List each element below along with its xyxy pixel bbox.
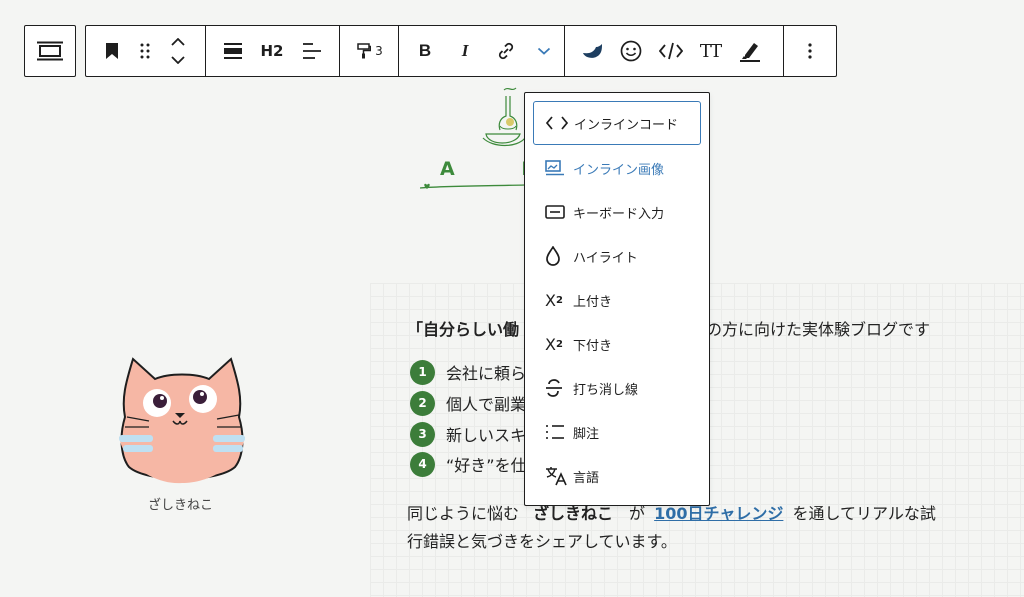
menu-item-inline-code[interactable]: インラインコード: [533, 101, 701, 145]
text-color-number: 3: [375, 44, 383, 58]
superscript-icon: X2: [545, 290, 563, 310]
cat-avatar: [119, 357, 245, 484]
brand-format-button[interactable]: [578, 26, 608, 76]
strikethrough-icon: [545, 379, 573, 397]
menu-item-highlight[interactable]: ハイライト: [533, 234, 701, 278]
list-item-text: 会社に頼ら: [446, 364, 527, 383]
font-size-button[interactable]: TT: [696, 26, 724, 76]
block-switcher-icon: [37, 41, 63, 61]
menu-item-inline-image[interactable]: インライン画像: [533, 146, 701, 190]
paragraph-bold-text: ざしきねこ: [533, 504, 614, 523]
keyboard-icon: [545, 205, 573, 219]
align-left-icon: [303, 43, 321, 59]
heading-level-button[interactable]: H2: [256, 26, 288, 76]
highlight-icon: [545, 246, 573, 266]
teacup-illustration: [482, 87, 526, 147]
smiley-icon: [620, 40, 642, 62]
profile-name: ざしきねこ: [148, 498, 214, 513]
list-item-text: “好き”を仕: [446, 456, 527, 475]
more-formats-menu: インラインコード インライン画像 キーボード入力 ハイライト X2 上付き X2…: [524, 92, 710, 506]
lead-text-rest: の方に向けた実体験ブログです: [706, 320, 931, 339]
text-color-button[interactable]: 3: [351, 26, 389, 76]
link-button[interactable]: [492, 26, 520, 76]
brand-swoosh-icon: [583, 44, 602, 58]
list-item-text: 個人で副業: [446, 395, 527, 414]
list-number-badge: 4: [410, 451, 435, 477]
menu-item-label: ハイライト: [573, 250, 638, 266]
menu-item-label: 脚注: [573, 426, 600, 442]
align-wide-icon: [224, 43, 242, 59]
image-icon: [545, 160, 573, 176]
emoji-button[interactable]: [616, 26, 646, 76]
list-item: 2 個人で副業: [410, 390, 527, 416]
font-size-icon: TT: [699, 40, 722, 62]
menu-item-language[interactable]: 言語: [533, 454, 701, 498]
menu-item-label: 下付き: [573, 338, 613, 354]
list-number-badge: 3: [410, 421, 435, 447]
list-item: 4 “好き”を仕: [410, 451, 527, 477]
drag-icon: [140, 43, 150, 59]
align-wide-button[interactable]: [219, 26, 247, 76]
menu-item-subscript[interactable]: X2 下付き: [533, 322, 701, 366]
kebab-menu-icon: [808, 43, 812, 59]
heading-underline-decoration: [420, 183, 525, 189]
menu-item-footnote[interactable]: 脚注: [533, 410, 701, 454]
list-number-badge: 1: [410, 359, 435, 385]
body-paragraph-line-2: 行錯誤と気づきをシェアしています。: [407, 532, 677, 551]
menu-item-label: 上付き: [573, 294, 613, 310]
paragraph-text: が: [629, 504, 646, 523]
move-up-down-buttons[interactable]: [165, 26, 191, 76]
code-icon: [546, 116, 574, 130]
menu-item-keyboard[interactable]: キーボード入力: [533, 190, 701, 234]
bookmark-icon: [106, 43, 118, 59]
paragraph-text: を通してリアルな試: [792, 504, 936, 523]
highlighter-icon: [740, 43, 760, 62]
block-type-button[interactable]: [25, 26, 75, 76]
bookmark-button[interactable]: [98, 26, 126, 76]
list-item: 3 新しいスキ: [410, 421, 527, 447]
footnote-icon: [545, 424, 573, 440]
menu-item-strikethrough[interactable]: 打ち消し線: [533, 366, 701, 410]
list-item: 1 会社に頼ら: [410, 359, 527, 385]
menu-item-label: インラインコード: [574, 117, 679, 133]
list-item-text: 新しいスキ: [446, 426, 527, 445]
link-icon: [498, 42, 514, 60]
list-number-badge: 2: [410, 390, 435, 416]
highlighter-button[interactable]: [735, 26, 765, 76]
chevron-down-icon: [171, 56, 185, 64]
lead-text-bold: 「自分らしい働: [407, 320, 520, 339]
challenge-link[interactable]: 100日チャレンジ: [654, 504, 783, 523]
text-align-button[interactable]: [298, 26, 326, 76]
menu-item-label: 言語: [573, 470, 600, 486]
menu-item-label: 打ち消し線: [573, 382, 639, 398]
menu-item-label: インライン画像: [573, 162, 665, 178]
language-icon: [545, 466, 573, 486]
chevron-up-icon: [171, 38, 185, 46]
italic-button[interactable]: I: [452, 26, 478, 76]
code-icon: [659, 42, 683, 60]
paint-roller-icon: [357, 43, 372, 59]
subscript-icon: X2: [545, 334, 563, 354]
more-formats-toggle[interactable]: [532, 26, 556, 76]
menu-item-superscript[interactable]: X2 上付き: [533, 278, 701, 322]
paragraph-text: 同じように悩む: [407, 504, 520, 523]
chevron-down-icon: [537, 47, 551, 55]
bold-button[interactable]: B: [412, 26, 438, 76]
menu-item-label: キーボード入力: [573, 206, 665, 222]
drag-handle[interactable]: [132, 26, 158, 76]
code-button[interactable]: [655, 26, 687, 76]
more-options-button[interactable]: [796, 26, 824, 76]
